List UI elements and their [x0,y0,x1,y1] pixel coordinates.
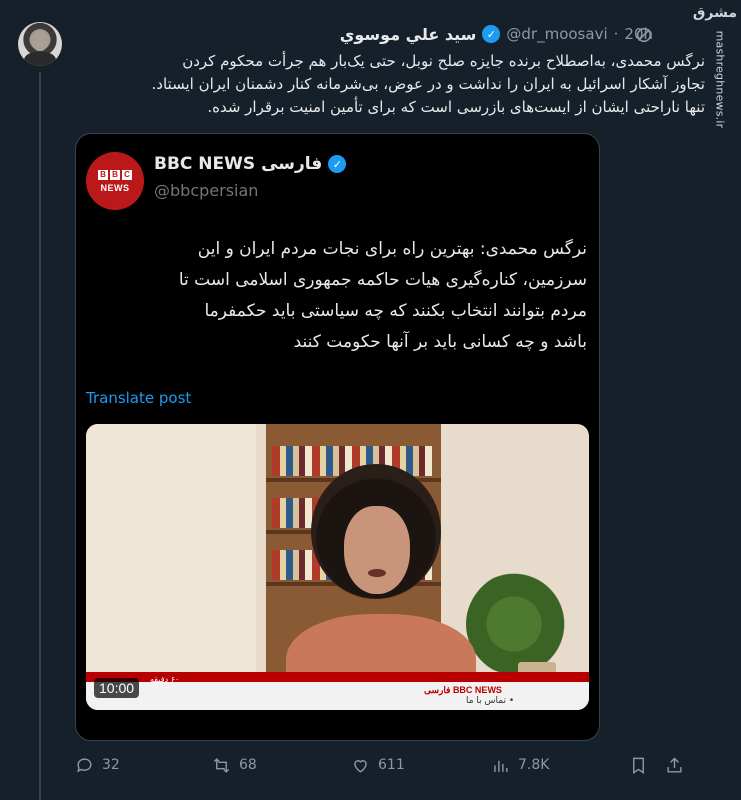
repost-button[interactable]: 68 [212,756,257,775]
views-button[interactable]: 7.8K [491,756,549,775]
bookmark-button[interactable] [629,756,648,775]
quoted-line: باشد و چه کسانی باید بر آنها حکومت کنند [293,332,587,352]
speaker-face [344,506,410,594]
quoted-name[interactable]: BBC NEWS فارسی [154,154,322,174]
lower-third-ticker-text: • تماس با ما [466,696,515,706]
lower-third-channel: BBC NEWS فارسی [424,685,502,695]
video-duration: 10:00 [94,678,140,698]
bbc-letter: C [122,169,132,180]
quoted-name-row: BBC NEWS فارسی ✓ [154,154,347,174]
quoted-line: نرگس محمدی: بهترین راه برای نجات مردم ای… [197,239,587,259]
bbc-letter: B [110,169,120,180]
bookmark-icon [633,757,644,774]
tweet-line: تنها ناراحتی ایشان از ایست‌های بازرسی اس… [207,98,705,116]
verified-badge-icon: ✓ [328,155,347,173]
repost-icon [213,757,230,773]
heart-icon [354,759,367,773]
quoted-line: مردم بتوانند انتخاب بکنند که چه سیاستی ب… [204,301,588,321]
repost-count: 68 [239,757,257,773]
author-avatar[interactable] [18,22,62,66]
like-count: 611 [378,757,405,773]
share-icon [667,756,682,773]
thread-line [39,72,41,800]
bbc-logo-blocks: B B C [98,169,132,180]
author-name[interactable]: سيد علي موسوي [340,25,477,44]
watermark-url: mashreghnews.ir [713,30,727,129]
avatar-face [32,31,48,51]
grok-icon[interactable] [635,26,653,44]
video-player[interactable]: BBC NEWS فارسی • تماس با ما ۶۰ دقیقه 10:… [86,424,589,710]
avatar-suit [24,52,56,66]
tweet-line: نرگس محمدی، به‌اصطلاح برنده جایزه صلح نو… [182,52,705,70]
bbc-avatar[interactable]: B B C NEWS [86,152,144,210]
bbc-news-word: NEWS [100,182,130,193]
quoted-handle[interactable]: @bbcpersian [154,181,258,200]
video-minutes-label: ۶۰ دقیقه [150,675,180,684]
quoted-post[interactable]: B B C NEWS BBC NEWS فارسی ✓ @bbcpersian … [75,133,600,741]
verified-badge-icon: ✓ [482,25,501,43]
speaker-mouth [368,569,386,577]
reply-button[interactable]: 32 [75,756,120,775]
share-button[interactable] [665,756,684,775]
header-separator: · [613,25,619,43]
tweet-line: تجاوز آشکار اسرائیل به ایران را نداشت و … [151,75,705,93]
views-chart-icon [494,760,508,772]
quoted-line: سرزمین، کناره‌گیری هیات حاکمه جمهوری اسل… [178,270,587,290]
tweet-actions: 32 68 611 7.8K [75,752,690,778]
tweet-body: نرگس محمدی، به‌اصطلاح برنده جایزه صلح نو… [80,50,705,119]
like-button[interactable]: 611 [351,756,405,775]
reply-count: 32 [102,757,120,773]
view-count: 7.8K [518,757,550,773]
watermark: مشرق mashreghnews.ir [693,5,737,128]
video-wall [86,424,256,710]
lower-third-ticker: BBC NEWS فارسی • تماس با ما [86,682,589,710]
quoted-body: نرگس محمدی: بهترین راه برای نجات مردم ای… [156,234,587,358]
tweet-header: سيد علي موسوي ✓ @dr_moosavi · 20h [340,22,653,46]
author-handle[interactable]: @dr_moosavi [506,25,607,43]
bbc-letter: B [98,169,108,180]
reply-icon [77,757,92,772]
translate-post-link[interactable]: Translate post [86,389,191,407]
